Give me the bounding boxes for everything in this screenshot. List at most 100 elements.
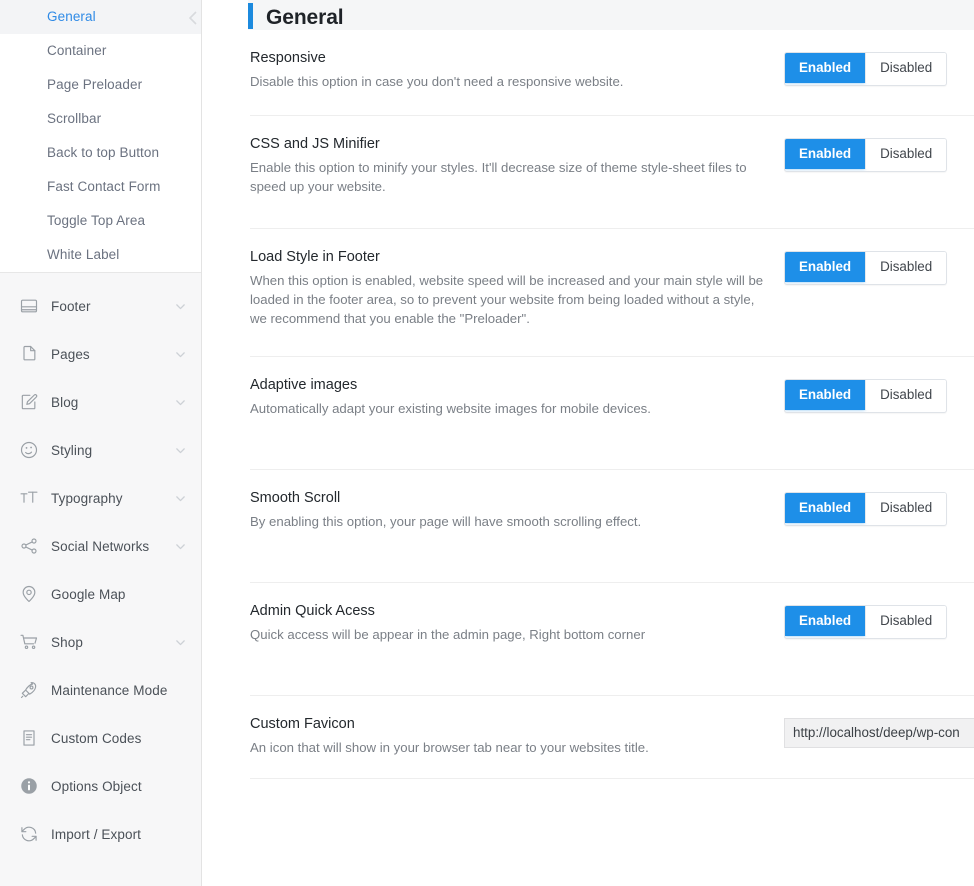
chevron-down-icon[interactable] <box>174 348 187 361</box>
sidebar-item-import-export[interactable]: Import / Export <box>0 810 201 858</box>
disabled-button[interactable]: Disabled <box>865 139 947 169</box>
settings-list: Responsive Disable this option in case yo… <box>202 30 974 779</box>
blog-pencil-icon <box>18 391 40 413</box>
code-document-icon <box>18 727 40 749</box>
sidebar-item-shop[interactable]: Shop <box>0 618 201 666</box>
setting-title: Adaptive images <box>250 377 358 393</box>
setting-title: Custom Favicon <box>250 716 355 732</box>
setting-description: An icon that will show in your browser t… <box>250 740 649 755</box>
enabled-button[interactable]: Enabled <box>785 606 866 636</box>
enabled-button[interactable]: Enabled <box>785 53 866 83</box>
chevron-down-icon[interactable] <box>174 444 187 457</box>
setting-title: CSS and JS Minifier <box>250 136 380 152</box>
styling-palette-icon <box>18 439 40 461</box>
settings-row: Smooth Scroll By enabling this option, yo… <box>250 470 974 583</box>
footer-layout-icon <box>18 295 40 317</box>
sidebar-item-styling[interactable]: Styling <box>0 426 201 474</box>
sidebar-item-back-to-top-button[interactable]: Back to top Button <box>0 136 201 170</box>
setting-description: Enable this option to minify your styles… <box>250 160 747 194</box>
settings-row-control <box>784 716 974 748</box>
enabled-button[interactable]: Enabled <box>785 252 866 282</box>
share-nodes-icon <box>18 535 40 557</box>
settings-row-text: Adaptive images Automatically adapt your … <box>250 377 784 418</box>
disabled-button[interactable]: Disabled <box>865 493 947 523</box>
sidebar-item-container[interactable]: Container <box>0 34 201 68</box>
chevron-down-icon[interactable] <box>174 540 187 553</box>
sidebar-item-options-object[interactable]: Options Object <box>0 762 201 810</box>
setting-description: When this option is enabled, website spe… <box>250 273 764 326</box>
settings-row-control: Enabled Disabled <box>784 603 974 639</box>
pages-file-icon <box>18 343 40 365</box>
sidebar-item-maintenance-mode[interactable]: Maintenance Mode <box>0 666 201 714</box>
header-accent-bar <box>248 3 253 29</box>
enabled-disabled-toggle: Enabled Disabled <box>784 52 948 86</box>
sidebar-item-google-map[interactable]: Google Map <box>0 570 201 618</box>
sidebar-item-custom-codes[interactable]: Custom Codes <box>0 714 201 762</box>
settings-row-text: Load Style in Footer When this option is … <box>250 249 784 328</box>
sidebar-item-typography[interactable]: Typography <box>0 474 201 522</box>
chevron-down-icon[interactable] <box>174 300 187 313</box>
settings-row-control: Enabled Disabled <box>784 249 974 285</box>
options-panel: General Container Page Preloader Scrollbar B… <box>0 0 974 886</box>
settings-row-text: CSS and JS Minifier Enable this option to… <box>250 136 784 196</box>
settings-row: Admin Quick Acess Quick access will be ap… <box>250 583 974 696</box>
sidebar-item-pages[interactable]: Pages <box>0 330 201 378</box>
sidebar-item-label: Shop <box>51 634 83 650</box>
chevron-down-icon[interactable] <box>174 396 187 409</box>
sidebar: General Container Page Preloader Scrollbar B… <box>0 0 202 886</box>
enabled-button[interactable]: Enabled <box>785 380 866 410</box>
enabled-button[interactable]: Enabled <box>785 139 866 169</box>
settings-row-control: Enabled Disabled <box>784 50 974 86</box>
settings-row: Responsive Disable this option in case yo… <box>250 30 974 116</box>
disabled-button[interactable]: Disabled <box>865 252 947 282</box>
sidebar-item-blog[interactable]: Blog <box>0 378 201 426</box>
sidebar-item-label: Import / Export <box>51 826 142 842</box>
sidebar-mainmenu: Footer Pages Blog Styling Typography Social N… <box>0 273 201 858</box>
sidebar-item-toggle-top-area[interactable]: Toggle Top Area <box>0 204 201 238</box>
chevron-down-icon[interactable] <box>174 492 187 505</box>
setting-description: Quick access will be appear in the admin… <box>250 627 646 642</box>
sidebar-item-scrollbar[interactable]: Scrollbar <box>0 102 201 136</box>
enabled-disabled-toggle: Enabled Disabled <box>784 138 948 172</box>
settings-row-control: Enabled Disabled <box>784 377 974 413</box>
settings-row: CSS and JS Minifier Enable this option to… <box>250 116 974 229</box>
sidebar-item-label: Custom Codes <box>51 730 142 746</box>
settings-row-text: Smooth Scroll By enabling this option, yo… <box>250 490 784 531</box>
sidebar-item-general[interactable]: General <box>0 0 201 34</box>
disabled-button[interactable]: Disabled <box>865 53 947 83</box>
favicon-url-input[interactable] <box>784 718 974 748</box>
setting-description: By enabling this option, your page will … <box>250 514 642 529</box>
sidebar-item-label: Google Map <box>51 586 126 602</box>
sidebar-item-social-networks[interactable]: Social Networks <box>0 522 201 570</box>
settings-row: Load Style in Footer When this option is … <box>250 229 974 357</box>
setting-title: Responsive <box>250 50 326 66</box>
sidebar-item-label: Typography <box>51 490 123 506</box>
settings-row-text: Responsive Disable this option in case yo… <box>250 50 784 91</box>
disabled-button[interactable]: Disabled <box>865 606 947 636</box>
sidebar-item-fast-contact-form[interactable]: Fast Contact Form <box>0 170 201 204</box>
settings-row: Adaptive images Automatically adapt your … <box>250 357 974 470</box>
setting-description: Automatically adapt your existing websit… <box>250 401 651 416</box>
enabled-disabled-toggle: Enabled Disabled <box>784 251 948 285</box>
chevron-left-icon[interactable] <box>186 8 200 28</box>
enabled-disabled-toggle: Enabled Disabled <box>784 492 948 526</box>
page-header: General <box>248 0 974 30</box>
setting-description: Disable this option in case you don't ne… <box>250 74 624 89</box>
sidebar-item-label: Pages <box>51 346 90 362</box>
sidebar-item-label: Maintenance Mode <box>51 682 168 698</box>
page-title: General <box>266 6 344 29</box>
settings-row-text: Admin Quick Acess Quick access will be ap… <box>250 603 784 644</box>
content-area: General Responsive Disable this option in… <box>202 0 974 886</box>
sidebar-item-page-preloader[interactable]: Page Preloader <box>0 68 201 102</box>
refresh-sync-icon <box>18 823 40 845</box>
chevron-down-icon[interactable] <box>174 636 187 649</box>
enabled-button[interactable]: Enabled <box>785 493 866 523</box>
map-pin-icon <box>18 583 40 605</box>
info-circle-icon <box>18 775 40 797</box>
shopping-cart-icon <box>18 631 40 653</box>
sidebar-item-white-label[interactable]: White Label <box>0 238 201 272</box>
setting-title: Load Style in Footer <box>250 249 380 265</box>
disabled-button[interactable]: Disabled <box>865 380 947 410</box>
sidebar-item-footer[interactable]: Footer <box>0 282 201 330</box>
enabled-disabled-toggle: Enabled Disabled <box>784 605 948 639</box>
